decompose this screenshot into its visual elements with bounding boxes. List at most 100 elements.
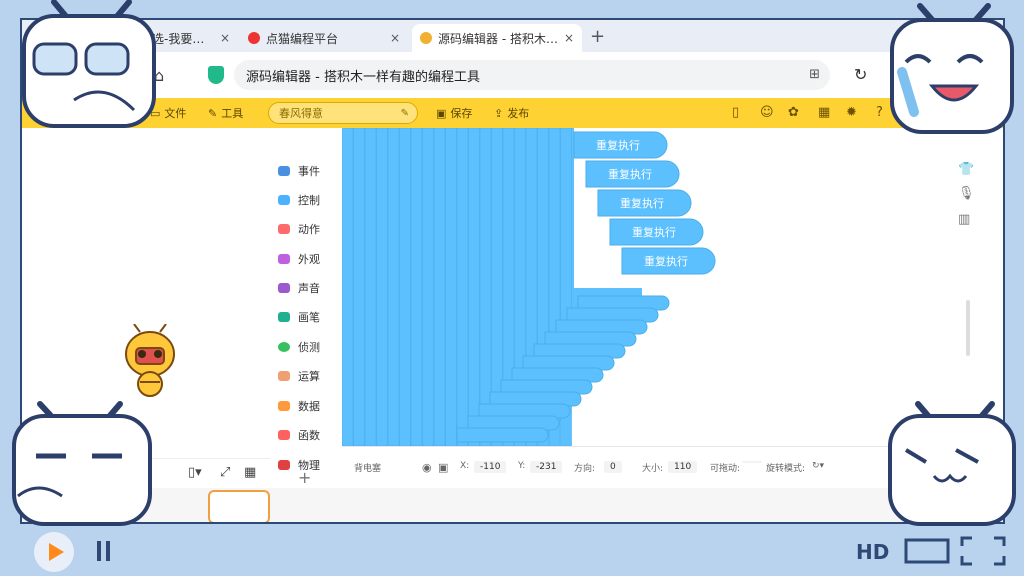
- scrollbar[interactable]: [966, 300, 970, 356]
- block-column[interactable]: [387, 128, 400, 446]
- browser-window: 精选-我要… × 点猫编程平台 × 源码编辑器 - 搭积木… × + ⌂ 源码编…: [20, 18, 1005, 524]
- block-column[interactable]: [399, 128, 411, 446]
- fullscreen-icon[interactable]: [960, 536, 1006, 566]
- project-name-field[interactable]: 春风得意 ✎: [268, 102, 418, 124]
- block-column[interactable]: [422, 128, 434, 446]
- category-pen[interactable]: 画笔: [278, 306, 320, 328]
- repeat-forever-block[interactable]: 重复执行: [609, 218, 704, 246]
- calculator-icon: [278, 371, 290, 381]
- tab-editor[interactable]: 源码编辑器 - 搭积木… ×: [412, 24, 582, 52]
- close-icon[interactable]: ×: [564, 31, 574, 45]
- microphone-icon[interactable]: 🎙: [958, 186, 975, 201]
- save-button[interactable]: ▣ 保存: [436, 105, 472, 121]
- repeat-forever-label: 重复执行: [620, 196, 664, 210]
- category-events[interactable]: 事件: [278, 160, 320, 182]
- reload-icon[interactable]: ↻: [854, 65, 867, 84]
- block-column[interactable]: [468, 128, 480, 446]
- size-label: 大小:: [642, 464, 664, 474]
- mascot-smiling-icon: [888, 401, 1016, 526]
- shirt-icon: [278, 254, 290, 264]
- fullscreen-icon[interactable]: ⤢: [220, 465, 230, 480]
- new-tab-button[interactable]: +: [590, 26, 605, 47]
- block-column[interactable]: [410, 128, 423, 446]
- mascot-laughing-icon: [890, 3, 1014, 134]
- magnet-icon: [278, 460, 290, 470]
- block-column[interactable]: [456, 128, 469, 446]
- device-icon[interactable]: ▯▾: [188, 465, 202, 480]
- pet-icon[interactable]: ☺: [760, 105, 774, 120]
- category-functions[interactable]: 函数: [278, 424, 320, 446]
- close-icon[interactable]: ×: [220, 31, 230, 45]
- pen-icon: ✎: [400, 107, 409, 119]
- help-icon[interactable]: ?: [876, 105, 883, 120]
- sprite-thumbnail[interactable]: [208, 490, 270, 522]
- eye-icon[interactable]: ◉: [422, 461, 432, 474]
- close-icon[interactable]: ×: [390, 31, 400, 45]
- repeat-forever-block[interactable]: 重复执行: [597, 189, 692, 217]
- sprite-info-bar: 背电塞 ◉ ▣ X: -110 Y: -231 方向: 0 大小: 110 可拖…: [342, 446, 952, 489]
- direction-label: 方向:: [574, 464, 596, 474]
- pause-button[interactable]: [96, 540, 112, 562]
- shirt-icon[interactable]: 👕: [958, 162, 974, 177]
- repeat-forever-label: 重复执行: [596, 138, 640, 152]
- rotate-icon[interactable]: ↻▾: [812, 461, 824, 471]
- rotation-label: 旋转模式:: [766, 464, 806, 474]
- repeat-forever-block[interactable]: 重复执行: [621, 247, 716, 275]
- x-value[interactable]: -110: [474, 461, 507, 473]
- tab-label: 源码编辑器 - 搭积木…: [438, 31, 558, 46]
- direction-value[interactable]: 0: [604, 461, 622, 473]
- bookmark-icon[interactable]: ⊞: [809, 67, 820, 82]
- block-column[interactable]: [353, 128, 365, 446]
- category-label: 动作: [298, 223, 320, 236]
- add-category-button[interactable]: +: [298, 468, 311, 487]
- hd-toggle[interactable]: HD: [856, 540, 889, 564]
- block-column[interactable]: [342, 128, 354, 446]
- block-stack[interactable]: 重复执行重复执行重复执行重复执行重复执行: [342, 128, 952, 446]
- y-value[interactable]: -231: [530, 461, 563, 473]
- repeat-forever-block[interactable]: 重复执行: [585, 160, 680, 188]
- toggle-icon: [278, 166, 290, 176]
- category-label: 控制: [298, 194, 320, 207]
- category-sound[interactable]: 声音: [278, 277, 320, 299]
- shield-icon[interactable]: [208, 66, 224, 84]
- size-value[interactable]: 110: [668, 461, 698, 473]
- draggable-label: 可拖动:: [710, 464, 741, 474]
- url-field[interactable]: 源码编辑器 - 搭积木一样有趣的编程工具 ⊞: [234, 60, 830, 90]
- bee-sprite[interactable]: [122, 324, 178, 398]
- block-column[interactable]: [433, 128, 446, 446]
- publish-button[interactable]: ⇪ 发布: [494, 105, 529, 121]
- lock-icon[interactable]: ▣: [438, 461, 448, 474]
- ghost-icon: [278, 224, 290, 234]
- play-button[interactable]: [34, 532, 74, 572]
- tools-menu[interactable]: ✎ 工具: [208, 105, 243, 121]
- calendar-icon[interactable]: ▦: [818, 105, 830, 120]
- bar-chart-icon[interactable]: ▥: [958, 212, 970, 227]
- category-operators[interactable]: 运算: [278, 365, 320, 387]
- grid-icon[interactable]: ▦: [244, 465, 256, 480]
- tablet-icon[interactable]: ▯: [732, 105, 739, 120]
- repeat-forever-block[interactable]: 重复执行: [573, 131, 668, 159]
- block-column[interactable]: [445, 128, 457, 446]
- settings-icon[interactable]: ✹: [846, 105, 857, 120]
- block-column[interactable]: [364, 128, 377, 446]
- url-text: 源码编辑器 - 搭积木一样有趣的编程工具: [246, 69, 480, 85]
- tab-codemao[interactable]: 点猫编程平台 ×: [240, 24, 408, 52]
- category-label: 数据: [298, 400, 320, 413]
- draggable-toggle[interactable]: [742, 461, 762, 463]
- repeat-forever-label: 重复执行: [608, 167, 652, 181]
- theater-mode-icon[interactable]: [904, 538, 950, 564]
- category-looks[interactable]: 外观: [278, 248, 320, 270]
- category-data[interactable]: 数据: [278, 395, 320, 417]
- category-motion[interactable]: 动作: [278, 218, 320, 240]
- block-column[interactable]: [376, 128, 388, 446]
- sprite-name[interactable]: 背电塞: [354, 461, 381, 474]
- block-column[interactable]: [479, 128, 492, 446]
- category-label: 侦测: [298, 341, 320, 354]
- publish-label: 发布: [507, 107, 530, 120]
- wrench-icon: ✎: [208, 106, 218, 120]
- loop-end-arm[interactable]: [456, 427, 549, 443]
- script-area[interactable]: 重复执行 重复执行 重复执行 重复执行 重复执行: [342, 128, 952, 446]
- community-icon[interactable]: ✿: [788, 105, 799, 120]
- category-control[interactable]: 控制: [278, 189, 320, 211]
- category-sensing[interactable]: 侦测: [278, 336, 320, 358]
